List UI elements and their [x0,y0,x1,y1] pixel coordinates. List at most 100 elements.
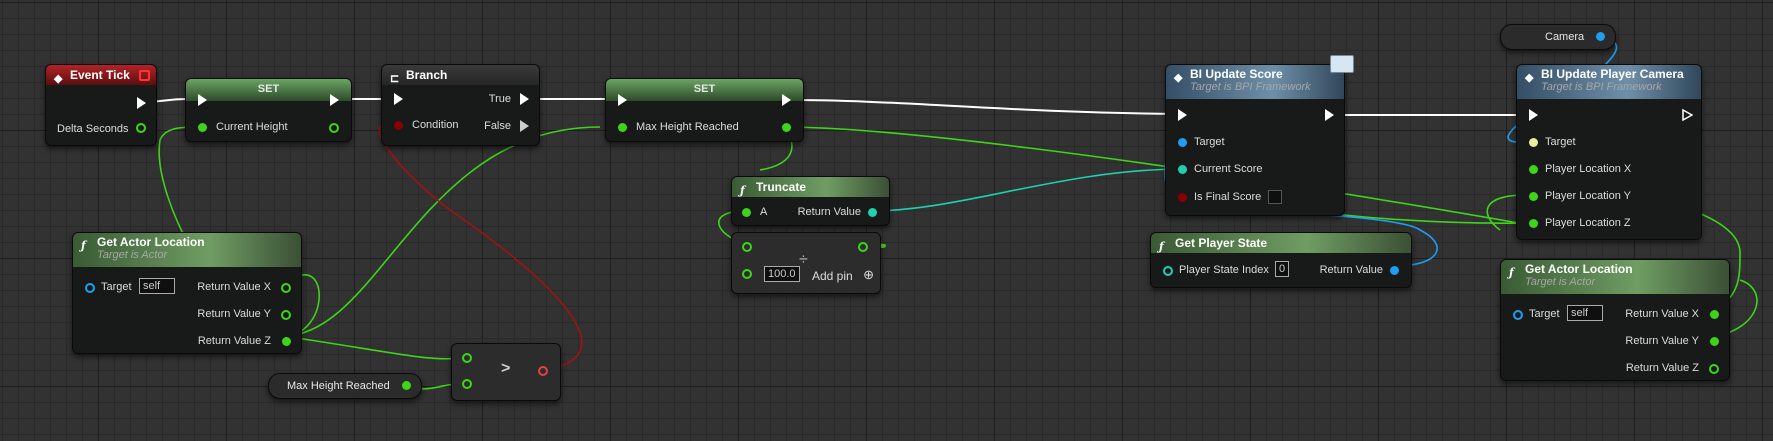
get-actor-location-subtitle: Target is Actor [1525,276,1596,288]
divide-out-pin[interactable] [858,242,868,252]
max-height-reached-getter[interactable]: Max Height Reached [268,373,422,399]
bi-update-score-exec-out-pin[interactable] [1325,109,1334,121]
max-height-reached-label: Max Height Reached [287,380,390,392]
delta-seconds-pin[interactable] [136,123,146,133]
player-location-z-pin[interactable] [1529,219,1538,228]
is-final-score-checkbox[interactable] [1268,190,1282,204]
max-height-reached-out-pin[interactable] [402,381,411,390]
add-pin-icon[interactable]: ⊕ [863,267,874,283]
get-actor-location-node-2[interactable]: ƒ Get Actor Location Target is Actor Tar… [1500,259,1730,381]
truncate-return-pin[interactable] [868,208,877,217]
get-actor-location-header: ƒ Get Actor Location Target is Actor [73,233,301,267]
player-state-return-label: Return Value [1319,264,1383,276]
truncate-node[interactable]: ƒ Truncate A Return Value [731,176,890,226]
greater-b-pin[interactable] [462,379,472,389]
return-x-pin[interactable] [281,283,291,293]
bi-update-player-camera-subtitle: Target is BPI Framework [1541,81,1662,93]
branch-title: Branch [406,68,448,82]
bi-update-score-title: BI Update Score [1190,67,1283,81]
target-pin[interactable] [85,283,95,293]
camera-exec-out-pin[interactable] [1682,108,1694,122]
set-current-height-node[interactable]: SET Current Height [185,78,352,142]
player-location-x-label: Player Location X [1545,163,1632,175]
bi-update-score-header: ◆ BI Update Score Target is BPI Framewor… [1166,65,1344,99]
player-location-x-pin[interactable] [1529,165,1538,174]
target-self-field[interactable]: self [139,278,175,294]
divide-b-value[interactable]: 100.0 [764,266,800,282]
set-max-height-node[interactable]: SET Max Height Reached [605,78,804,142]
set-exec-in-pin[interactable] [198,94,207,106]
target-label: Target [1529,308,1560,320]
greater-node[interactable]: > [451,343,561,401]
branch-header: ⊏ Branch [382,65,539,85]
target-pin[interactable] [1178,138,1187,147]
truncate-a-pin[interactable] [742,208,751,217]
divide-b-pin[interactable] [742,269,752,279]
bi-update-score-node[interactable]: ◆ BI Update Score Target is BPI Framewor… [1165,55,1354,216]
set-exec-in-pin[interactable] [618,94,627,106]
condition-label: Condition [412,119,459,131]
player-state-index-label: Player State Index [1179,264,1269,276]
set-exec-out-pin[interactable] [330,94,339,106]
player-location-y-pin[interactable] [1529,192,1538,201]
return-z-label: Return Value Z [197,335,271,347]
greater-op-symbol: > [501,360,511,377]
camera-out-pin[interactable] [1596,32,1605,41]
target-pin[interactable] [1513,310,1523,320]
return-x-pin[interactable] [1710,310,1719,319]
player-location-z-label: Player Location Z [1545,217,1631,229]
return-y-pin[interactable] [281,310,291,320]
branch-true-pin[interactable] [520,93,529,105]
branch-true-label: True [488,93,511,105]
truncate-a-label: A [760,206,768,218]
event-tick-exec-out-pin[interactable] [137,97,146,109]
branch-icon: ⊏ [390,73,400,85]
return-y-pin[interactable] [1710,337,1719,346]
greater-a-pin[interactable] [462,353,472,363]
current-height-out-pin[interactable] [329,123,339,133]
get-player-state-node[interactable]: ƒ Get Player State Player State Index 0 … [1150,232,1412,288]
current-score-pin[interactable] [1178,165,1187,174]
branch-exec-in-pin[interactable] [394,93,403,105]
delta-seconds-label: Delta Seconds [57,123,129,135]
current-height-in-pin[interactable] [198,123,207,132]
function-f-icon: ƒ [81,239,86,252]
event-tick-header: ◆ Event Tick [46,65,156,85]
target-label: Target [1194,136,1225,148]
condition-pin[interactable] [394,121,403,130]
target-self-field[interactable]: self [1567,305,1603,321]
current-height-label: Current Height [216,121,288,133]
get-actor-location-node[interactable]: ƒ Get Actor Location Target is Actor Tar… [72,232,302,354]
divide-a-pin[interactable] [742,242,752,252]
is-final-score-pin[interactable] [1178,193,1187,202]
max-height-out-pin[interactable] [782,123,791,132]
set-exec-out-pin[interactable] [782,94,791,106]
target-label: Target [101,281,132,293]
greater-out-pin[interactable] [538,366,548,376]
return-x-label: Return Value X [197,281,271,293]
interface-diamond-icon: ◆ [1174,72,1183,84]
event-tick-node[interactable]: ◆ Event Tick Delta Seconds [45,64,157,146]
branch-false-pin[interactable] [520,120,529,132]
branch-node[interactable]: ⊏ Branch True Condition False [381,64,540,146]
camera-label: Camera [1545,31,1585,43]
return-z-pin[interactable] [282,337,291,346]
player-state-index-pin[interactable] [1163,266,1173,276]
get-actor-location-title: Get Actor Location [97,235,205,249]
add-pin-label[interactable]: Add pin [812,269,853,283]
target-pin[interactable] [1529,138,1538,147]
set-header: SET [606,79,803,101]
max-height-in-pin[interactable] [618,123,627,132]
branch-false-label: False [484,120,511,132]
bi-update-score-exec-in-pin[interactable] [1178,109,1187,121]
camera-getter[interactable]: Camera [1500,24,1616,50]
camera-exec-in-pin[interactable] [1529,109,1538,121]
get-player-state-title: Get Player State [1175,236,1268,250]
is-final-score-label: Is Final Score [1194,191,1262,203]
player-state-return-pin[interactable] [1390,266,1399,275]
divide-node[interactable]: ÷ 100.0 Add pin ⊕ [731,232,881,294]
return-x-label: Return Value X [1625,308,1699,320]
bi-update-player-camera-node[interactable]: ◆ BI Update Player Camera Target is BPI … [1516,64,1702,240]
player-state-index-field[interactable]: 0 [1275,261,1290,277]
return-z-pin[interactable] [1709,364,1719,374]
